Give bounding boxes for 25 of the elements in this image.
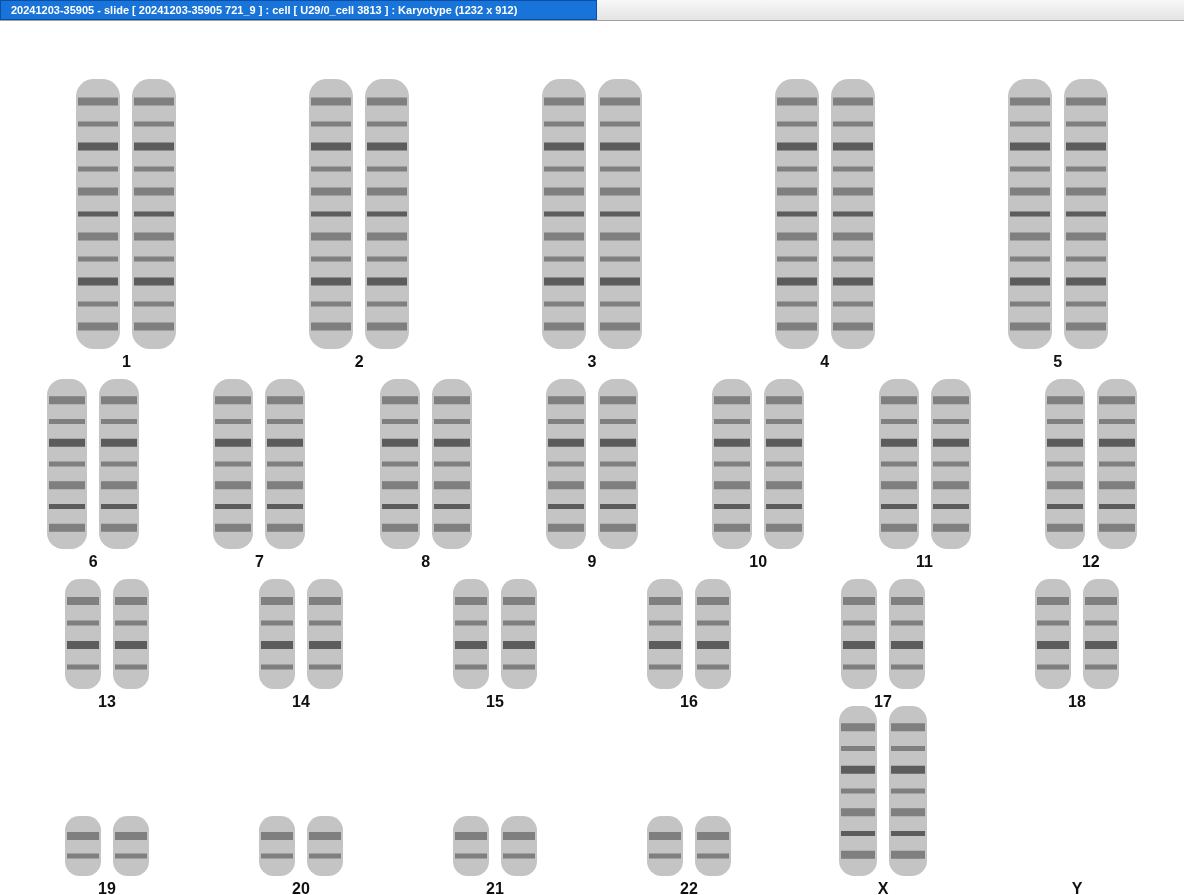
chromosome-number: 16 bbox=[680, 693, 698, 711]
chromosome-number: 6 bbox=[88, 553, 98, 571]
chromosome-number: 18 bbox=[1068, 693, 1086, 711]
chromosome-number: 1 bbox=[121, 353, 131, 371]
chromosome-number: 11 bbox=[916, 553, 933, 571]
chromosome-number: 8 bbox=[421, 553, 431, 571]
chromosome-number: 13 bbox=[98, 693, 116, 711]
chromosome-number: 10 bbox=[749, 553, 768, 571]
chromosome-number: X bbox=[877, 880, 889, 895]
chromosome-number: 7 bbox=[254, 553, 264, 571]
chromosome-number: 12 bbox=[1081, 553, 1100, 571]
chromosome-number: 20 bbox=[292, 880, 310, 895]
chromosome-number: 14 bbox=[292, 693, 310, 711]
chromosome-number: 4 bbox=[820, 353, 830, 371]
chromosome-number: 21 bbox=[486, 880, 504, 895]
chromosome-number: Y bbox=[1071, 880, 1083, 895]
chromosome-number: 2 bbox=[354, 353, 364, 371]
chromosome-number: 3 bbox=[587, 353, 597, 371]
chromosome-number: 19 bbox=[98, 880, 116, 895]
window-title: 20241203-35905 - slide [ 20241203-35905 721_9 ] : cell [ U29/0_cell 3813 ] : Karyotype (1232 x 912) bbox=[0, 0, 597, 20]
chromosome-number: 22 bbox=[680, 880, 698, 895]
chromosome-number: 17 bbox=[874, 693, 892, 711]
chromosome-number: 15 bbox=[486, 693, 504, 711]
chromosome-number: 5 bbox=[1053, 353, 1063, 371]
chromosome-number: 9 bbox=[587, 553, 597, 571]
